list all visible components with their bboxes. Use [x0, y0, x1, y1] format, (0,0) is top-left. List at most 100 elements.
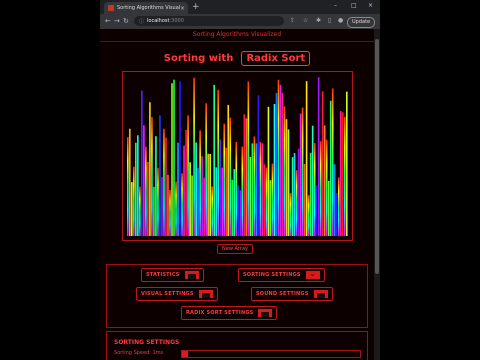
array-bar [249, 157, 252, 236]
array-bar [285, 119, 288, 236]
array-bar [233, 169, 236, 236]
back-icon[interactable]: ← [105, 17, 111, 25]
array-bar [135, 142, 137, 236]
array-bar [287, 129, 290, 236]
array-bar [245, 118, 248, 236]
favicon-icon [108, 5, 114, 11]
array-bar [307, 195, 310, 236]
array-bar [225, 147, 228, 236]
sorting-settings-button[interactable]: Sorting Settings ⌄ [238, 268, 325, 282]
array-bar [277, 79, 280, 236]
window-icon [198, 290, 213, 298]
array-bar [129, 128, 131, 236]
array-bar [153, 186, 155, 236]
url-field[interactable]: ⓘ localhost:3000 [134, 16, 284, 26]
app-title: Sorting Algorithms Visualized [100, 29, 374, 42]
tab-title: Sorting Algorithms Visualized [117, 5, 180, 11]
array-bar [281, 92, 284, 237]
array-bar [151, 117, 153, 236]
new-array-button[interactable]: New Array [217, 244, 253, 254]
bars-svg [127, 77, 348, 237]
sidepanel-icon[interactable]: ▯ [328, 17, 331, 24]
array-bar [301, 107, 304, 237]
array-bar [263, 164, 266, 236]
share-icon[interactable]: ⇪ [290, 17, 295, 24]
array-bar [201, 156, 203, 236]
array-bar [299, 113, 302, 236]
array-bar [173, 79, 175, 237]
bookmark-star-icon[interactable]: ☆ [303, 17, 308, 24]
scrollbar-thumb[interactable] [375, 39, 379, 274]
array-bar [219, 139, 222, 236]
sorting-speed-slider[interactable] [181, 350, 361, 358]
array-bar [235, 141, 238, 236]
array-bar [295, 170, 298, 236]
visualizer-canvas [122, 71, 353, 241]
sorting-settings-panel: Sorting Settings Sorting Speed: 1ms [106, 331, 368, 360]
array-bar [161, 177, 163, 236]
array-bar [213, 84, 215, 236]
array-bar [319, 141, 322, 236]
array-bar [171, 83, 173, 236]
slider-knob[interactable] [182, 351, 188, 357]
array-bar [323, 125, 326, 236]
array-bar [191, 175, 193, 236]
algorithm-select[interactable]: Radix Sort [241, 51, 311, 66]
browser-tab[interactable]: Sorting Algorithms Visualized × [104, 2, 188, 14]
array-bar [305, 81, 308, 237]
visual-settings-button[interactable]: Visual Settings [136, 287, 218, 301]
array-bar [141, 90, 143, 236]
page-heading: Sorting with Radix Sort [100, 46, 374, 66]
settings-panel: Statistics Sorting Settings ⌄ Visual Set… [106, 264, 368, 328]
array-bar [203, 177, 205, 236]
tab-bar: Sorting Algorithms Visualized × + – □ × [100, 0, 380, 14]
array-bar [127, 137, 129, 236]
url-host: localhost [147, 18, 170, 24]
profile-avatar-icon[interactable]: ● [338, 17, 343, 24]
browser-window: Sorting Algorithms Visualized × + – □ × … [100, 0, 380, 360]
forward-icon[interactable]: → [114, 17, 120, 25]
close-window-icon[interactable]: × [368, 2, 373, 9]
sound-settings-button[interactable]: Sound Settings [251, 287, 333, 301]
new-tab-button[interactable]: + [192, 2, 200, 12]
array-bar [253, 136, 256, 236]
array-bar [279, 84, 282, 237]
array-bar [327, 180, 330, 236]
minimize-icon[interactable]: – [334, 2, 337, 9]
array-bar [273, 104, 276, 236]
array-bar [329, 100, 332, 236]
tab-close-icon[interactable]: × [180, 5, 185, 12]
array-bar [139, 186, 141, 236]
array-bar [181, 173, 183, 236]
maximize-icon[interactable]: □ [351, 2, 357, 9]
array-bar [243, 114, 246, 236]
array-bar [189, 162, 191, 236]
array-bar [169, 189, 171, 236]
array-bar [303, 163, 306, 236]
array-bar [269, 180, 272, 236]
array-bar [283, 106, 286, 236]
page-content: Sorting Algorithms Visualized Sorting wi… [100, 29, 374, 360]
array-bar [237, 185, 240, 236]
array-bar [241, 146, 244, 236]
array-bar [147, 161, 149, 236]
extensions-icon[interactable]: ✱ [316, 17, 321, 24]
sound-settings-label: Sound Settings [256, 291, 309, 297]
array-bar [331, 88, 334, 236]
update-button[interactable]: Update [347, 17, 376, 28]
array-bar [221, 167, 224, 236]
scrollbar[interactable] [374, 29, 380, 360]
radix-sort-settings-button[interactable]: Radix Sort Settings [181, 306, 278, 320]
array-bar [167, 174, 169, 236]
array-bar [265, 167, 268, 236]
statistics-button[interactable]: Statistics [141, 268, 204, 282]
array-bar [297, 148, 300, 236]
reload-icon[interactable]: ↻ [123, 17, 129, 25]
array-bar [227, 104, 230, 236]
array-bar [289, 193, 292, 236]
array-bar [195, 142, 197, 236]
array-bar [251, 143, 254, 236]
array-bar [321, 91, 324, 236]
array-bar [311, 125, 314, 236]
array-bar [131, 182, 133, 236]
